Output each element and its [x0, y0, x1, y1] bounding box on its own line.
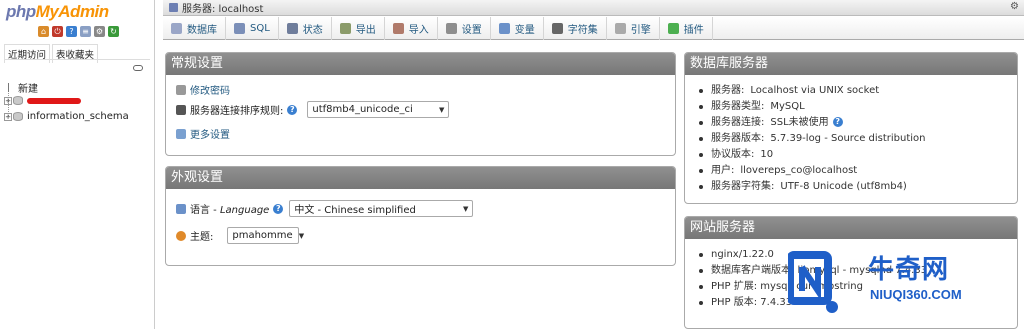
watermark-en-text: NIUQI360.COM: [870, 287, 962, 302]
database-server-info: 服务器: Localhost via UNIX socket 服务器类型: MySQ…: [685, 75, 1017, 195]
nav-tabs: 近期访问 表收藏夹: [4, 44, 99, 63]
chevron-down-icon: ▼: [438, 105, 445, 114]
collation-icon: [176, 104, 186, 115]
chevron-down-icon: ▼: [462, 204, 469, 213]
list-item: 协议版本: 10: [699, 147, 1017, 163]
list-item: 用户: llovereps_co@localhost: [699, 163, 1017, 179]
tree-item-label: 新建: [18, 84, 38, 95]
help-icon[interactable]: ?: [832, 117, 843, 127]
tab-variables[interactable]: 变量: [491, 17, 544, 40]
variables-icon: [498, 23, 510, 34]
tab-export[interactable]: 导出: [332, 17, 385, 40]
new-db-icon: [4, 83, 14, 92]
list-item: 服务器类型: MySQL: [699, 99, 1017, 115]
nav-icon-bar: ⌂ ⏻ ? ≡ ⚙ ↻: [38, 26, 119, 37]
database-icon: [13, 96, 23, 105]
language-row: 语言 - Language ? 中文 - Chinese simplified ▼: [176, 200, 474, 217]
more-settings-link[interactable]: 更多设置: [176, 126, 230, 141]
watermark-logo: 牛奇网 NIUQI360.COM: [788, 245, 976, 315]
link-chain-icon[interactable]: [133, 65, 143, 71]
logout-icon[interactable]: ⏻: [52, 26, 63, 37]
wrench-icon: [176, 128, 186, 139]
tab-databases[interactable]: 数据库: [163, 17, 226, 40]
key-icon: [176, 84, 186, 95]
wrench-icon: [445, 23, 457, 34]
tab-recent[interactable]: 近期访问: [4, 44, 51, 63]
import-icon: [392, 23, 404, 34]
sql-icon: [234, 23, 245, 34]
panel-title: 外观设置: [166, 167, 675, 189]
panel-title: 常规设置: [166, 53, 675, 75]
database-icon: [13, 112, 23, 121]
help-icon[interactable]: ?: [287, 104, 298, 115]
appearance-settings-panel: 外观设置 语言 - Language ? 中文 - Chinese simpli…: [165, 166, 676, 266]
help-icon[interactable]: ?: [66, 26, 77, 37]
plugin-icon: [667, 23, 679, 34]
collation-label: 服务器连接排序规则:: [190, 106, 284, 117]
language-icon: [176, 203, 186, 214]
collation-select[interactable]: utf8mb4_unicode_ci ▼: [307, 101, 450, 118]
home-icon[interactable]: ⌂: [38, 26, 49, 37]
gear-icon[interactable]: ⚙: [1010, 2, 1020, 12]
tab-plugins[interactable]: 插件: [660, 17, 713, 40]
watermark-cn-text: 牛奇网: [868, 255, 950, 285]
tab-charset[interactable]: 字符集: [544, 17, 607, 40]
database-icon: [171, 23, 182, 34]
top-menu: 数据库 SQL 状态 导出 导入 设置 变量 字符集 引擎 插件: [163, 17, 1024, 40]
tree-item-database[interactable]: +: [4, 96, 81, 105]
docs-icon[interactable]: ≡: [80, 26, 91, 37]
tab-status[interactable]: 状态: [279, 17, 332, 40]
panel-title: 网站服务器: [685, 217, 1017, 239]
tab-engines[interactable]: 引擎: [607, 17, 660, 40]
tree-item-new[interactable]: 新建: [4, 80, 38, 95]
change-password-link[interactable]: 修改密码: [176, 82, 230, 97]
tab-sql[interactable]: SQL: [226, 17, 279, 40]
language-select[interactable]: 中文 - Chinese simplified ▼: [289, 200, 474, 217]
export-icon: [339, 23, 351, 34]
database-server-panel: 数据库服务器 服务器: Localhost via UNIX socket 服务器…: [684, 52, 1018, 204]
theme-select[interactable]: pmahomme ▼: [227, 227, 304, 244]
palette-icon: [176, 230, 186, 241]
list-item: 服务器连接: SSL未被使用?: [699, 115, 1017, 131]
reload-icon[interactable]: ↻: [108, 26, 119, 37]
redacted-label: [27, 97, 81, 104]
help-icon[interactable]: ?: [273, 203, 284, 214]
list-item: 服务器: Localhost via UNIX socket: [699, 83, 1017, 99]
charset-icon: [551, 23, 563, 34]
phpmyadmin-logo[interactable]: phpMyAdmin: [6, 2, 109, 22]
breadcrumb-bar: 服务器: localhost ⚙: [163, 0, 1024, 16]
tree-item-information-schema[interactable]: + information_schema: [4, 111, 129, 122]
server-icon: [169, 3, 178, 12]
general-settings-panel: 常规设置 修改密码 服务器连接排序规则: ? utf8mb4_unicode_c…: [165, 52, 676, 156]
expand-icon[interactable]: +: [4, 96, 12, 105]
list-item: 服务器版本: 5.7.39-log - Source distribution: [699, 131, 1017, 147]
panel-title: 数据库服务器: [685, 53, 1017, 75]
tab-settings[interactable]: 设置: [438, 17, 491, 40]
theme-row: 主题: pmahomme ▼: [176, 227, 304, 244]
watermark-n-icon: [788, 251, 838, 313]
divider: [4, 59, 150, 60]
tab-import[interactable]: 导入: [385, 17, 438, 40]
breadcrumb-server[interactable]: 服务器: localhost: [182, 0, 263, 15]
navigation-panel: phpMyAdmin ⌂ ⏻ ? ≡ ⚙ ↻ 近期访问 表收藏夹 新建 + + …: [0, 0, 155, 329]
expand-icon[interactable]: +: [4, 112, 12, 121]
theme-label: 主题:: [190, 232, 214, 243]
language-label: 语言 - Language: [190, 205, 270, 216]
gear-icon[interactable]: ⚙: [94, 26, 105, 37]
engine-icon: [614, 23, 626, 34]
list-item: 服务器字符集: UTF-8 Unicode (utf8mb4): [699, 179, 1017, 195]
chevron-down-icon: ▼: [298, 231, 305, 240]
status-icon: [286, 23, 298, 34]
collation-row: 服务器连接排序规则: ? utf8mb4_unicode_ci ▼: [176, 101, 450, 118]
tab-favorites[interactable]: 表收藏夹: [52, 44, 99, 63]
tree-item-label: information_schema: [27, 111, 129, 122]
